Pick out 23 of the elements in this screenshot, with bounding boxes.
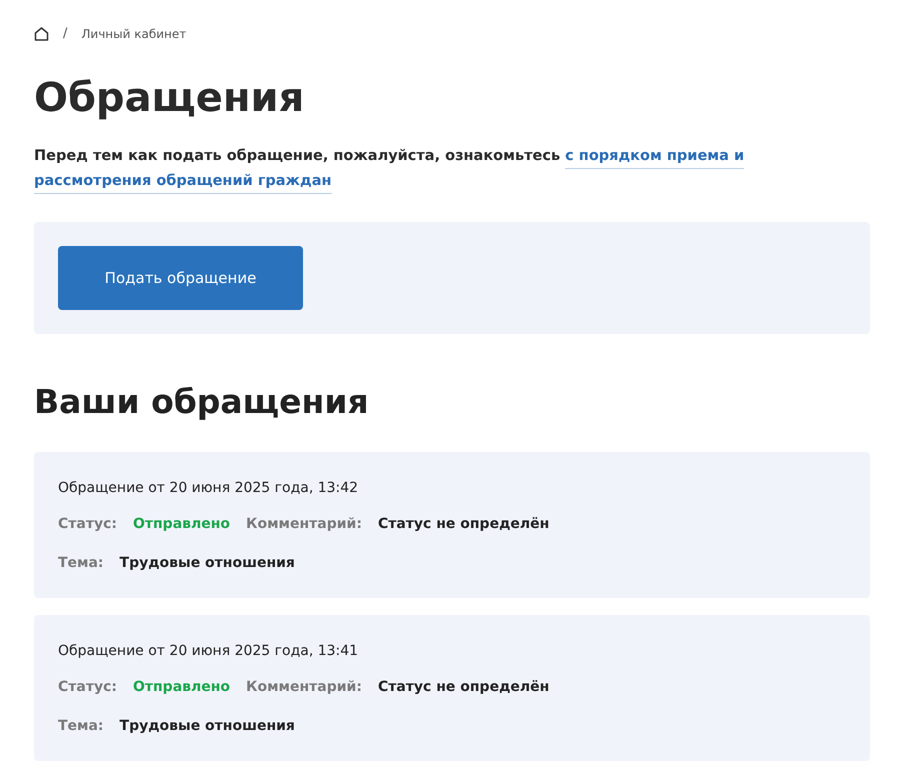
topic-label: Тема: [58, 554, 104, 573]
topic-value: Трудовые отношения [120, 554, 295, 573]
submit-request-button[interactable]: Подать обращение [58, 246, 303, 310]
topic-value: Трудовые отношения [120, 717, 295, 736]
comment-label: Комментарий: [246, 678, 362, 697]
rules-link[interactable]: рассмотрения обращений граждан [34, 169, 332, 194]
status-value: Отправлено [132, 678, 230, 697]
request-title: Обращение от 20 июня 2025 года, 13:41 [58, 642, 360, 661]
home-icon[interactable] [34, 27, 49, 41]
topic-label: Тема: [58, 717, 104, 736]
status-label: Статус: [58, 678, 117, 697]
intro-text: Перед тем как подать обращение, пожалуйста, ознакомьтесь [34, 147, 560, 166]
status-value: Отправлено [132, 515, 230, 534]
request-title: Обращение от 20 июня 2025 года, 13:42 [58, 479, 360, 498]
page-title: Обращения [34, 74, 306, 122]
comment-value: Статус не определён [378, 515, 550, 534]
rules-link[interactable]: с порядком приема и [565, 144, 744, 169]
comment-label: Комментарий: [246, 515, 362, 534]
status-label: Статус: [58, 515, 117, 534]
comment-value: Статус не определён [378, 678, 550, 697]
breadcrumb-current: Личный кабинет [81, 26, 186, 43]
breadcrumb-separator: / [63, 25, 68, 44]
section-title: Ваши обращения [34, 382, 370, 422]
